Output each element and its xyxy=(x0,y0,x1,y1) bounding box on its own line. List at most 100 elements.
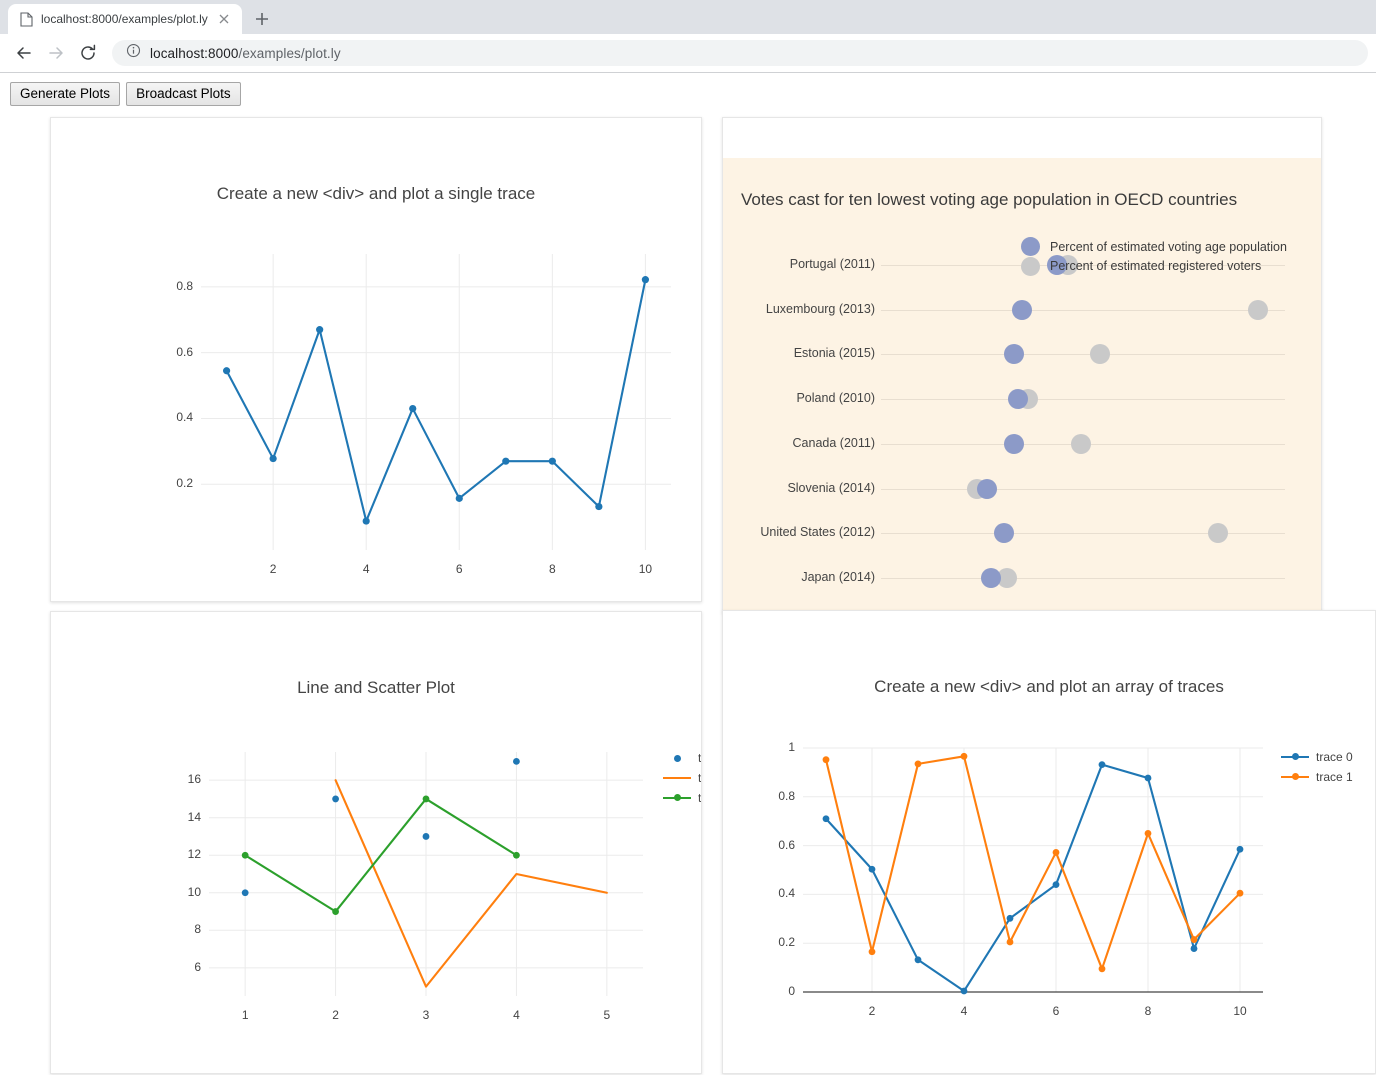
address-bar[interactable]: localhost:8000/examples/plot.ly xyxy=(112,40,1368,66)
y-axis-tick-label: 16 xyxy=(187,772,201,787)
y-axis-tick-label: 0.8 xyxy=(778,788,795,803)
legend-swatch xyxy=(1021,256,1040,276)
tab-title: localhost:8000/examples/plot.ly xyxy=(41,12,208,26)
category-label: Luxembourg (2013) xyxy=(765,301,875,316)
y-axis-tick-label: 6 xyxy=(194,959,201,974)
legend-swatch xyxy=(663,777,691,779)
x-axis-tick-label: 2 xyxy=(332,1008,339,1022)
broadcast-plots-button[interactable]: Broadcast Plots xyxy=(126,82,241,106)
plot-oecd-dot[interactable]: Votes cast for ten lowest voting age pop… xyxy=(723,118,1321,612)
legend-item[interactable]: trace 1 xyxy=(1281,770,1353,784)
plot-line-and-scatter[interactable]: Line and Scatter Plot 681012141612345tra… xyxy=(51,612,701,1073)
data-point xyxy=(241,889,249,897)
data-point xyxy=(502,457,510,465)
legend-label: trace 0 xyxy=(1316,750,1353,764)
legend-item[interactable]: trace 2 xyxy=(663,791,702,805)
forward-button[interactable] xyxy=(40,37,72,69)
data-point xyxy=(332,795,339,803)
x-axis-tick-label: 10 xyxy=(1233,1004,1247,1018)
data-point xyxy=(513,757,520,765)
row-connector-line xyxy=(881,354,1285,356)
y-axis-tick-label: 12 xyxy=(187,847,201,862)
plot-canvas xyxy=(201,254,671,550)
plot-card-array-traces[interactable]: Create a new <div> and plot an array of … xyxy=(722,610,1376,1074)
data-point xyxy=(1006,938,1014,946)
data-point xyxy=(1006,914,1014,922)
x-axis-tick-label: 4 xyxy=(960,1004,968,1018)
data-point xyxy=(1098,965,1106,973)
dot-voting-age-population xyxy=(1011,299,1032,320)
plus-icon xyxy=(255,13,268,25)
x-axis-tick-label: 4 xyxy=(362,562,370,576)
arrow-right-icon xyxy=(49,47,63,59)
y-axis-tick-label: 8 xyxy=(194,922,201,937)
category-label: Canada (2011) xyxy=(792,435,875,450)
y-axis-tick-label: 14 xyxy=(187,809,201,824)
y-axis-tick-label: 1 xyxy=(788,740,795,754)
dot-voting-age-population xyxy=(976,478,997,499)
legend-swatch xyxy=(663,794,691,801)
data-point xyxy=(455,494,463,502)
data-point xyxy=(409,404,417,413)
plot-array-of-traces[interactable]: Create a new <div> and plot an array of … xyxy=(723,611,1375,1073)
category-label: Portugal (2011) xyxy=(789,257,875,271)
legend-item[interactable]: Percent of estimated registered voters xyxy=(1021,256,1261,276)
info-circle-icon xyxy=(126,43,141,63)
data-point xyxy=(914,956,922,964)
data-point xyxy=(513,851,520,859)
plot-card-oecd[interactable]: Votes cast for ten lowest voting age pop… xyxy=(722,117,1322,613)
legend-label: trace 1 xyxy=(698,771,702,785)
legend-item[interactable]: trace 1 xyxy=(663,771,702,785)
plot-single-trace[interactable]: Create a new <div> and plot a single tra… xyxy=(51,118,701,601)
series-line xyxy=(225,278,647,523)
legend-swatch xyxy=(663,754,691,762)
plot-card-line-scatter[interactable]: Line and Scatter Plot 681012141612345tra… xyxy=(50,611,702,1074)
reload-icon xyxy=(81,44,96,60)
y-axis-tick-label: 0.4 xyxy=(778,886,795,901)
y-axis-tick-label: 0.8 xyxy=(176,278,193,293)
dot-voting-age-population xyxy=(1003,433,1024,454)
legend-swatch xyxy=(1281,753,1309,760)
y-axis-tick-label: 0.4 xyxy=(176,410,193,425)
x-axis-tick-label: 2 xyxy=(868,1004,876,1018)
url-host: localhost:8000 xyxy=(150,45,239,61)
address-bar-url: localhost:8000/examples/plot.ly xyxy=(150,46,341,61)
legend-label: trace 2 xyxy=(698,791,702,805)
legend-item[interactable]: trace 0 xyxy=(663,751,701,765)
data-point xyxy=(422,833,430,840)
legend-swatch xyxy=(1021,237,1040,256)
y-axis-tick-label: 0.6 xyxy=(778,837,795,852)
browser-chrome: localhost:8000/examples/plot.ly localhos… xyxy=(0,0,1376,73)
tab-strip: localhost:8000/examples/plot.ly xyxy=(0,0,1376,34)
button-row: Generate Plots Broadcast Plots xyxy=(0,73,1376,106)
data-point xyxy=(1052,849,1060,856)
legend-item[interactable]: Percent of estimated voting age populati… xyxy=(1021,237,1287,256)
data-point xyxy=(1236,889,1244,897)
reload-button[interactable] xyxy=(72,37,104,69)
data-point xyxy=(595,502,603,511)
category-label: Slovenia (2014) xyxy=(787,480,875,495)
x-axis-tick-label: 2 xyxy=(269,562,277,576)
plot-card-single-trace[interactable]: Create a new <div> and plot a single tra… xyxy=(50,117,702,602)
data-point xyxy=(422,795,430,803)
data-point xyxy=(222,367,231,375)
page-content: Generate Plots Broadcast Plots Create a … xyxy=(0,73,1376,1075)
category-label: Poland (2010) xyxy=(796,391,875,406)
new-tab-button[interactable] xyxy=(248,5,276,33)
data-point xyxy=(362,517,370,525)
data-point xyxy=(241,851,249,859)
back-button[interactable] xyxy=(8,37,40,69)
generate-plots-button[interactable]: Generate Plots xyxy=(10,82,121,106)
oecd-plot-background xyxy=(723,158,1321,612)
y-axis-tick-label: 0 xyxy=(788,984,795,998)
data-point xyxy=(1098,761,1106,768)
legend-swatch xyxy=(1281,773,1309,780)
category-label: United States (2012) xyxy=(760,525,875,540)
legend-item[interactable]: trace 0 xyxy=(1281,750,1353,764)
dot-registered-voters xyxy=(1089,344,1110,365)
browser-tab[interactable]: localhost:8000/examples/plot.ly xyxy=(8,4,242,34)
dot-registered-voters xyxy=(1248,299,1269,320)
close-icon[interactable] xyxy=(216,11,232,27)
data-point xyxy=(332,908,339,915)
data-point xyxy=(960,987,968,995)
